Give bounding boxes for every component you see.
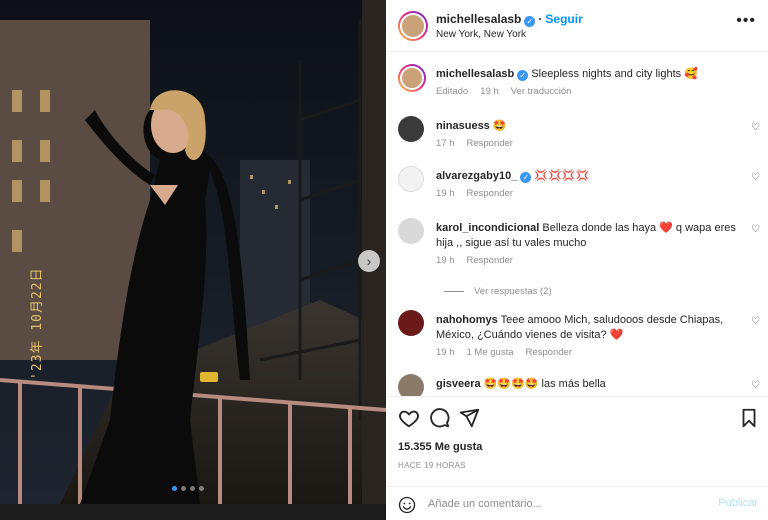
comment-username[interactable]: nahohomys bbox=[436, 314, 498, 326]
emoji-smile-icon[interactable] bbox=[398, 496, 416, 514]
comment-username[interactable]: gisveera bbox=[436, 378, 481, 390]
commenter-avatar[interactable] bbox=[398, 116, 424, 142]
carousel-dot bbox=[172, 486, 177, 491]
photo-date-stamp: '23年 10月22日 bbox=[30, 267, 45, 380]
comment-username[interactable]: alvarezgaby10_ bbox=[436, 170, 517, 182]
like-comment-heart-icon[interactable]: ♡ bbox=[751, 172, 760, 183]
post-side-panel: michellesalasb ✓ · Seguir New York, New Yor… bbox=[386, 0, 768, 520]
post-actions: 15.355 Me gusta HACE 19 HORAS bbox=[386, 396, 768, 486]
commenter-avatar[interactable] bbox=[398, 166, 424, 192]
reply-link[interactable]: Responder bbox=[467, 138, 513, 149]
comment-input[interactable] bbox=[428, 494, 688, 514]
comment-meta: 19 h Responder bbox=[436, 188, 525, 199]
comment-text: 💢💢💢💢 bbox=[534, 170, 590, 182]
author-avatar[interactable] bbox=[398, 64, 426, 92]
commenter-avatar[interactable] bbox=[398, 374, 424, 396]
post-age: HACE 19 HORAS bbox=[398, 461, 466, 470]
comment-meta: 17 h Responder bbox=[436, 138, 525, 149]
photo-illustration bbox=[0, 0, 386, 504]
follow-button[interactable]: Seguir bbox=[545, 12, 582, 26]
post-location[interactable]: New York, New York bbox=[436, 29, 526, 40]
comment-time: 17 h bbox=[436, 138, 455, 149]
save-bookmark-icon[interactable] bbox=[738, 407, 760, 429]
like-comment-heart-icon[interactable]: ♡ bbox=[751, 316, 760, 327]
post-photo: '23年 10月22日 › bbox=[0, 0, 386, 504]
caption-username[interactable]: michellesalasb bbox=[436, 68, 514, 80]
view-replies-link[interactable]: Ver respuestas (2) bbox=[444, 286, 552, 297]
like-comment-heart-icon[interactable]: ♡ bbox=[751, 122, 760, 133]
comment-meta: 19 h Responder bbox=[436, 255, 525, 266]
comment-username[interactable]: ninasuess bbox=[436, 120, 490, 132]
carousel-dot bbox=[190, 486, 195, 491]
like-comment-heart-icon[interactable]: ♡ bbox=[751, 224, 760, 235]
likes-count[interactable]: 15.355 Me gusta bbox=[398, 441, 482, 453]
edited-label: Editado bbox=[436, 86, 469, 97]
share-paper-plane-icon[interactable] bbox=[458, 407, 480, 429]
next-slide-button[interactable]: › bbox=[358, 250, 380, 272]
comment-meta: 19 h 1 Me gusta Responder bbox=[436, 347, 584, 358]
comment-text: 🤩🤩🤩🤩 las más bella bbox=[483, 378, 606, 390]
like-heart-icon[interactable] bbox=[398, 407, 420, 429]
comment-time: 19 h bbox=[436, 188, 455, 199]
caption-meta: Editado 19 h Ver traducción bbox=[436, 86, 583, 97]
author-line: michellesalasb ✓ · Seguir bbox=[436, 12, 583, 27]
author-username[interactable]: michellesalasb bbox=[436, 12, 521, 26]
reply-link[interactable]: Responder bbox=[526, 347, 572, 358]
more-options-icon[interactable]: ••• bbox=[736, 12, 756, 30]
carousel-dot bbox=[181, 486, 186, 491]
reply-link[interactable]: Responder bbox=[467, 255, 513, 266]
caption-text: Sleepless nights and city lights 🥰 bbox=[531, 68, 698, 80]
verified-badge-icon: ✓ bbox=[524, 16, 536, 27]
caption-time: 19 h bbox=[480, 86, 499, 97]
instagram-post-modal: '23年 10月22日 › michellesalasb ✓ · Seguir New… bbox=[0, 0, 768, 520]
comment-time: 19 h bbox=[436, 347, 455, 358]
author-avatar[interactable] bbox=[398, 11, 428, 41]
reply-link[interactable]: Responder bbox=[467, 188, 513, 199]
comment-time: 19 h bbox=[436, 255, 455, 266]
commenter-avatar[interactable] bbox=[398, 310, 424, 336]
comment-username[interactable]: karol_incondicional bbox=[436, 222, 539, 234]
post-header: michellesalasb ✓ · Seguir New York, New Yor… bbox=[386, 0, 768, 52]
comment-text: 🤩 bbox=[492, 120, 507, 132]
comment-likes[interactable]: 1 Me gusta bbox=[467, 347, 514, 358]
comments-list: michellesalasb ✓ Sleepless nights and cit… bbox=[386, 52, 768, 396]
publish-button[interactable]: Publicar bbox=[718, 497, 758, 509]
add-comment-bar: Publicar bbox=[386, 486, 768, 520]
carousel-dot bbox=[199, 486, 204, 491]
carousel-dots bbox=[172, 486, 204, 491]
verified-badge-icon: ✓ bbox=[520, 172, 532, 183]
see-translation-link[interactable]: Ver traducción bbox=[511, 86, 572, 97]
comment-bubble-icon[interactable] bbox=[428, 407, 450, 429]
like-comment-heart-icon[interactable]: ♡ bbox=[751, 380, 760, 391]
commenter-avatar[interactable] bbox=[398, 218, 424, 244]
verified-badge-icon: ✓ bbox=[517, 70, 529, 81]
